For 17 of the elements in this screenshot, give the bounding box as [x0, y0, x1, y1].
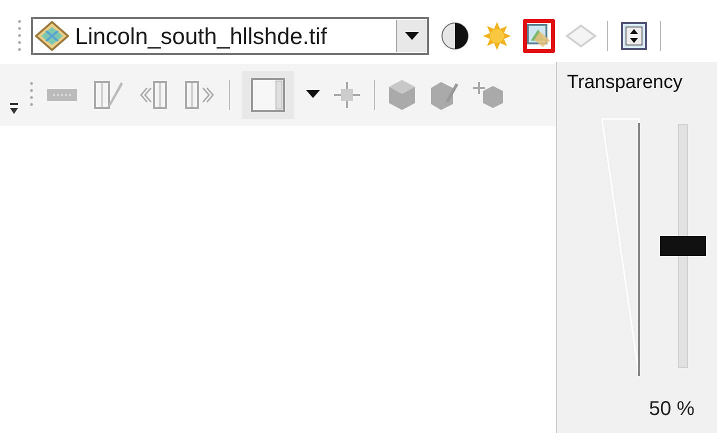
transparency-icon[interactable] [523, 19, 555, 53]
slider-thumb[interactable] [660, 236, 706, 256]
popup-title: Transparency [567, 72, 682, 94]
swipe-icon[interactable] [618, 19, 650, 53]
page-layout-button[interactable] [242, 71, 294, 119]
toolbar-grip[interactable] [18, 18, 21, 54]
transparency-value: 50 % [649, 398, 695, 421]
layer-name: Lincoln_south_hllshde.tif [75, 22, 328, 50]
dropdown-arrow-icon[interactable] [306, 90, 320, 100]
next-column-icon[interactable] [183, 78, 217, 112]
raster-layer-icon [35, 21, 69, 51]
edit-column-icon[interactable] [91, 78, 125, 112]
wedge-scale-icon [601, 118, 641, 378]
layer-dropdown[interactable]: Lincoln_south_hllshde.tif [31, 17, 429, 55]
cube-icon[interactable] [387, 78, 417, 112]
slider-track[interactable] [678, 124, 688, 368]
pan-icon[interactable] [332, 80, 362, 110]
